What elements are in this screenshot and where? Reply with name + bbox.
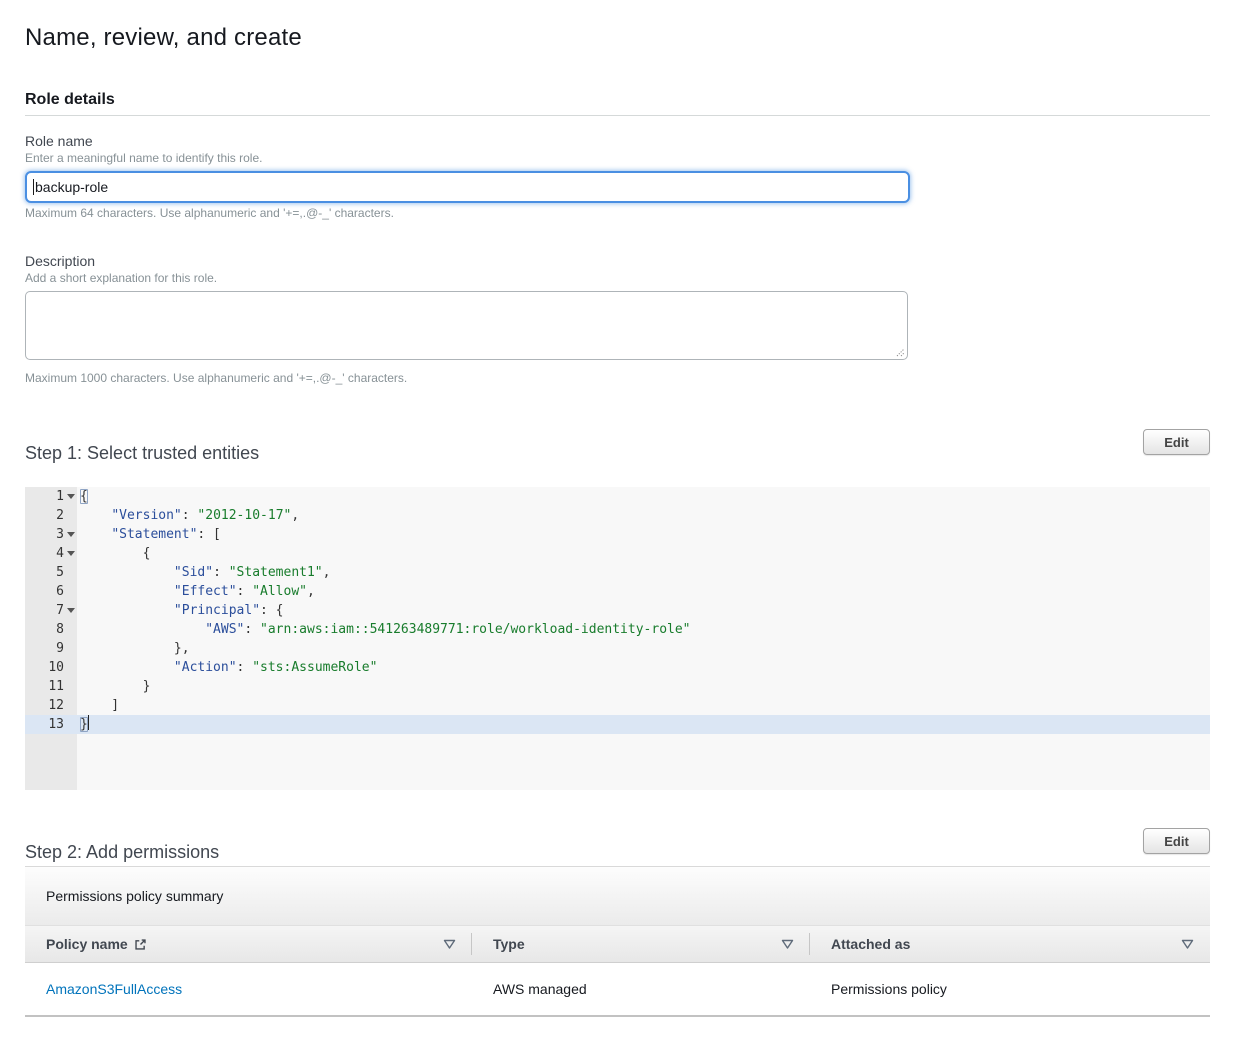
step1-edit-button[interactable]: Edit bbox=[1143, 429, 1210, 455]
role-name-value: backup-role bbox=[35, 179, 108, 195]
code-line: 11 } bbox=[25, 677, 1210, 696]
filter-dropdown-icon bbox=[1181, 939, 1194, 950]
code-text: "Principal": { bbox=[77, 601, 1210, 620]
line-number: 11 bbox=[48, 677, 64, 696]
line-number: 3 bbox=[56, 525, 64, 544]
policy-json-editor[interactable]: 1{2 "Version": "2012-10-17",3 "Statement… bbox=[25, 487, 1210, 790]
code-line: 8 "AWS": "arn:aws:iam::541263489771:role… bbox=[25, 620, 1210, 639]
column-header-label: Attached as bbox=[831, 936, 910, 952]
resize-handle-icon[interactable] bbox=[894, 346, 905, 357]
line-number: 8 bbox=[56, 620, 64, 639]
code-text: ] bbox=[77, 696, 1210, 715]
fold-spacer bbox=[64, 582, 77, 601]
fold-spacer bbox=[64, 620, 77, 639]
column-header-label: Policy name bbox=[46, 936, 128, 952]
fold-spacer bbox=[64, 658, 77, 677]
role-name-input[interactable]: backup-role bbox=[25, 171, 910, 203]
role-details-heading: Role details bbox=[25, 91, 115, 109]
fold-spacer bbox=[64, 639, 77, 658]
fold-spacer bbox=[64, 696, 77, 715]
code-text: } bbox=[77, 715, 1210, 734]
code-line: 4 { bbox=[25, 544, 1210, 563]
filter-dropdown-icon bbox=[781, 939, 794, 950]
external-link-icon bbox=[134, 938, 147, 951]
fold-toggle-icon[interactable] bbox=[64, 487, 77, 506]
column-filter-button[interactable] bbox=[443, 939, 456, 950]
page-title: Name, review, and create bbox=[25, 24, 302, 52]
code-line: 7 "Principal": { bbox=[25, 601, 1210, 620]
column-header: Attached as bbox=[810, 926, 1210, 962]
code-line: 9 }, bbox=[25, 639, 1210, 658]
table-header-row: Policy name Type Attached as bbox=[25, 925, 1210, 963]
fold-toggle-icon[interactable] bbox=[64, 544, 77, 563]
role-name-constraint: Maximum 64 characters. Use alphanumeric … bbox=[25, 206, 394, 220]
table-cell: AWS managed bbox=[472, 963, 810, 1015]
role-name-label: Role name bbox=[25, 133, 93, 149]
fold-spacer bbox=[64, 677, 77, 696]
table-cell: AmazonS3FullAccess bbox=[25, 963, 472, 1015]
code-text: "Sid": "Statement1", bbox=[77, 563, 1210, 582]
role-name-hint: Enter a meaningful name to identify this… bbox=[25, 151, 262, 165]
line-number: 9 bbox=[56, 639, 64, 658]
description-label: Description bbox=[25, 253, 95, 269]
code-text: "Statement": [ bbox=[77, 525, 1210, 544]
column-filter-button[interactable] bbox=[1181, 939, 1194, 950]
column-header-label: Type bbox=[493, 936, 525, 952]
name-review-create-page: Name, review, and create Role details Ro… bbox=[0, 0, 1242, 1037]
code-text: { bbox=[77, 544, 1210, 563]
code-line: 2 "Version": "2012-10-17", bbox=[25, 506, 1210, 525]
code-line: 5 "Sid": "Statement1", bbox=[25, 563, 1210, 582]
table-body: AmazonS3FullAccess AWS managedPermissions… bbox=[25, 963, 1210, 1017]
code-line: 12 ] bbox=[25, 696, 1210, 715]
line-number: 13 bbox=[48, 715, 64, 734]
fold-toggle-icon[interactable] bbox=[64, 601, 77, 620]
code-text: "AWS": "arn:aws:iam::541263489771:role/w… bbox=[77, 620, 1210, 639]
line-number: 1 bbox=[56, 487, 64, 506]
fold-toggle-icon[interactable] bbox=[64, 525, 77, 544]
permissions-summary-title: Permissions policy summary bbox=[46, 888, 223, 904]
fold-spacer bbox=[64, 715, 77, 734]
permissions-table: Policy name Type Attached as AmazonS3FullA… bbox=[25, 925, 1210, 1017]
code-line: 13} bbox=[25, 715, 1210, 734]
description-constraint: Maximum 1000 characters. Use alphanumeri… bbox=[25, 371, 407, 385]
table-cell: Permissions policy bbox=[810, 963, 1210, 1015]
column-header: Policy name bbox=[25, 926, 472, 962]
fold-spacer bbox=[64, 506, 77, 525]
code-text: } bbox=[77, 677, 1210, 696]
step2-heading: Step 2: Add permissions bbox=[25, 842, 219, 863]
line-number: 12 bbox=[48, 696, 64, 715]
code-line: 6 "Effect": "Allow", bbox=[25, 582, 1210, 601]
text-cursor bbox=[33, 179, 34, 195]
line-number: 2 bbox=[56, 506, 64, 525]
step1-heading: Step 1: Select trusted entities bbox=[25, 443, 259, 464]
code-text: "Action": "sts:AssumeRole" bbox=[77, 658, 1210, 677]
line-number: 6 bbox=[56, 582, 64, 601]
section-divider bbox=[25, 115, 1210, 116]
code-text: { bbox=[77, 487, 1210, 506]
permissions-summary-panel: Permissions policy summary bbox=[25, 866, 1210, 925]
code-line: 10 "Action": "sts:AssumeRole" bbox=[25, 658, 1210, 677]
fold-spacer bbox=[64, 563, 77, 582]
line-number: 10 bbox=[48, 658, 64, 677]
line-number: 5 bbox=[56, 563, 64, 582]
code-text: }, bbox=[77, 639, 1210, 658]
column-filter-button[interactable] bbox=[781, 939, 794, 950]
code-text: "Version": "2012-10-17", bbox=[77, 506, 1210, 525]
code-line: 3 "Statement": [ bbox=[25, 525, 1210, 544]
line-number: 4 bbox=[56, 544, 64, 563]
step2-edit-button[interactable]: Edit bbox=[1143, 828, 1210, 854]
description-hint: Add a short explanation for this role. bbox=[25, 271, 217, 285]
code-line: 1{ bbox=[25, 487, 1210, 506]
line-number: 7 bbox=[56, 601, 64, 620]
editor-cursor bbox=[88, 715, 89, 730]
filter-dropdown-icon bbox=[443, 939, 456, 950]
code-text: "Effect": "Allow", bbox=[77, 582, 1210, 601]
policy-name-link[interactable]: AmazonS3FullAccess bbox=[46, 981, 182, 997]
description-textarea[interactable] bbox=[25, 291, 908, 360]
column-header: Type bbox=[472, 926, 810, 962]
table-row: AmazonS3FullAccess AWS managedPermissions… bbox=[25, 963, 1210, 1017]
